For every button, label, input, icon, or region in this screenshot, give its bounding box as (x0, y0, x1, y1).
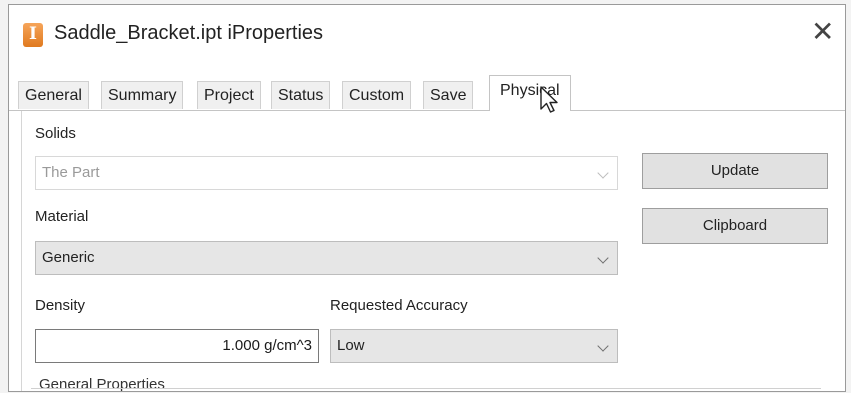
general-properties-divider (31, 388, 821, 389)
tab-save[interactable]: Save (423, 81, 474, 109)
solids-value: The Part (42, 164, 100, 181)
solids-dropdown: The Part (35, 156, 618, 190)
title-bar[interactable]: I Saddle_Bracket.ipt iProperties ✕ (9, 5, 845, 63)
mouse-pointer-icon (540, 86, 558, 113)
density-field[interactable]: 1.000 g/cm^3 (35, 329, 319, 363)
requested-accuracy-label: Requested Accuracy (330, 297, 468, 314)
material-value: Generic (42, 249, 95, 266)
tab-general[interactable]: General (18, 81, 89, 109)
close-icon[interactable]: ✕ (811, 16, 834, 48)
material-dropdown[interactable]: Generic (35, 241, 618, 275)
app-icon-glyph: I (29, 24, 37, 44)
general-properties-label: General Properties (39, 376, 165, 392)
chevron-down-icon[interactable] (597, 340, 609, 352)
clipboard-button[interactable]: Clipboard (642, 208, 828, 244)
chevron-down-icon[interactable] (597, 252, 609, 264)
material-label: Material (35, 208, 89, 225)
tab-custom[interactable]: Custom (342, 81, 412, 109)
requested-accuracy-dropdown[interactable]: Low (330, 329, 618, 363)
close-button[interactable]: ✕ (799, 11, 845, 57)
solids-label: Solids (35, 125, 76, 142)
update-button[interactable]: Update (642, 153, 828, 189)
chevron-down-icon (597, 167, 609, 179)
density-label: Density (35, 297, 86, 314)
requested-accuracy-value: Low (337, 337, 365, 354)
tab-status[interactable]: Status (271, 81, 331, 109)
tab-project[interactable]: Project (197, 81, 261, 109)
tab-summary[interactable]: Summary (101, 81, 184, 109)
iproperties-dialog: I Saddle_Bracket.ipt iProperties ✕ Gener… (8, 4, 846, 392)
tab-strip: General Summary Project Status Custom Sa… (9, 75, 845, 111)
window-title: Saddle_Bracket.ipt iProperties (54, 22, 324, 44)
inventor-part-icon: I (23, 23, 43, 47)
